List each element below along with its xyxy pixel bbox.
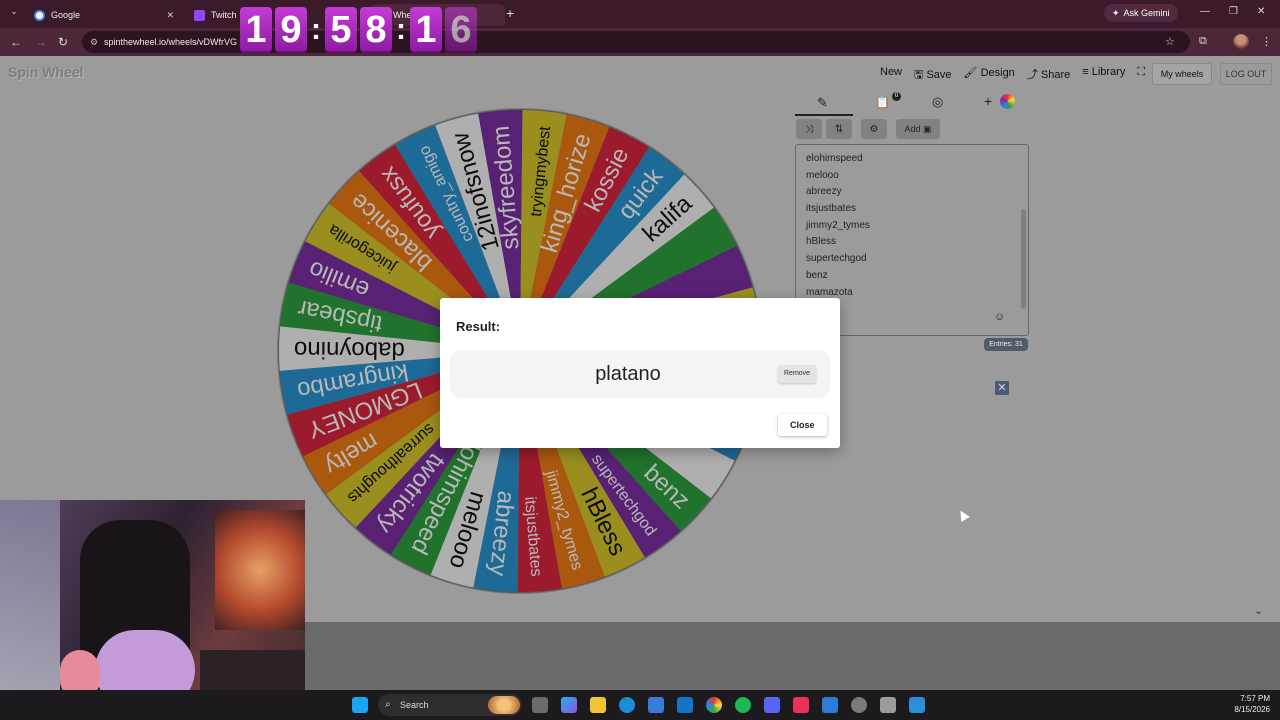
file-explorer-icon[interactable]	[590, 697, 606, 713]
browser-menu-icon[interactable]: ⋮	[1261, 35, 1272, 48]
new-tab-icon[interactable]: +	[506, 5, 514, 21]
webcam-shelf	[0, 500, 60, 720]
url-text: spinthewheel.io/wheels/vDWfrVG	[104, 37, 238, 47]
tray-clock[interactable]: 7:57 PM 8/15/2026	[1224, 693, 1270, 715]
tray-time: 7:57 PM	[1240, 694, 1270, 703]
task-view-icon[interactable]	[532, 697, 548, 713]
close-window-icon[interactable]: ✕	[1257, 6, 1265, 17]
profile-avatar[interactable]	[1233, 34, 1249, 50]
windows-start-icon[interactable]	[352, 697, 368, 713]
extensions-icon[interactable]: ⧉	[1199, 35, 1207, 48]
ask-gemini-button[interactable]: ✦ Ask Gemini	[1104, 4, 1178, 22]
clock-digit: 8	[360, 7, 392, 53]
clock-digit: 1	[240, 7, 272, 53]
close-button[interactable]: Close	[778, 414, 827, 436]
ask-gemini-label: Ask Gemini	[1123, 8, 1170, 18]
outlook-icon[interactable]	[677, 697, 693, 713]
search-label: Search	[400, 700, 429, 710]
tab-label: Google	[51, 10, 81, 20]
discord-icon[interactable]	[764, 697, 780, 713]
site-info-icon[interactable]: ⚙	[90, 31, 98, 53]
chrome-icon[interactable]	[706, 697, 722, 713]
tab-label: Twitch	[211, 10, 237, 20]
clock-digit: 6	[445, 7, 477, 53]
clock-digit: 5	[325, 7, 357, 53]
tray-date: 8/15/2026	[1234, 705, 1270, 714]
webcam-lights	[215, 510, 305, 630]
result-card: platano Remove	[450, 350, 830, 398]
edge-icon[interactable]	[619, 697, 635, 713]
clock-digit: 9	[275, 7, 307, 53]
clock-separator: :	[311, 13, 321, 46]
clock-separator: :	[396, 13, 406, 46]
webcam-overlay	[0, 500, 305, 720]
result-winner-name: platano	[595, 363, 661, 385]
store-icon[interactable]	[648, 697, 664, 713]
google-icon	[34, 9, 45, 21]
restore-icon[interactable]: ❐	[1229, 6, 1238, 17]
stream-clock-overlay: 1 9 : 5 8 : 1 6	[240, 5, 477, 55]
close-tab-icon[interactable]: ✕	[166, 10, 174, 21]
app-icon[interactable]	[909, 697, 925, 713]
tab-list-icon[interactable]: ⌄	[6, 6, 22, 22]
search-highlight-icon	[488, 696, 520, 714]
chevron-down-icon[interactable]: ⌄	[1254, 604, 1263, 617]
twitch-icon	[194, 9, 205, 21]
result-title: Result:	[456, 319, 501, 334]
browser-tab-bar: ⌄ Google ✕ Twitch Wheel + ✦ Ask Gemini —…	[0, 0, 1280, 28]
remove-button[interactable]: Remove	[778, 365, 817, 383]
app-icon[interactable]	[880, 697, 896, 713]
result-dialog: Result: platano Remove Close	[440, 298, 840, 448]
copilot-icon[interactable]	[561, 697, 577, 713]
gemini-icon: ✦	[1112, 7, 1120, 18]
minimize-icon[interactable]: —	[1200, 6, 1210, 17]
search-icon: ⌕	[385, 699, 391, 710]
tiktok-icon[interactable]	[793, 697, 809, 713]
back-icon[interactable]: ←	[10, 35, 22, 49]
bookmark-star-icon[interactable]: ☆	[1165, 35, 1175, 48]
app-icon[interactable]	[822, 697, 838, 713]
windows-taskbar: ⌕ Search 7:57 PM 8/15/2026	[0, 690, 1280, 720]
spotify-icon[interactable]	[735, 697, 751, 713]
clock-digit: 1	[410, 7, 442, 53]
address-bar-row: ← → ↻ ⚙ spinthewheel.io/wheels/vDWfrVG ☆…	[0, 28, 1280, 56]
tab-google[interactable]: Google ✕	[30, 4, 180, 26]
obs-icon[interactable]	[851, 697, 867, 713]
forward-icon[interactable]: →	[35, 35, 47, 49]
reload-icon[interactable]: ↻	[58, 35, 68, 49]
taskbar-search[interactable]: ⌕ Search	[378, 694, 522, 716]
